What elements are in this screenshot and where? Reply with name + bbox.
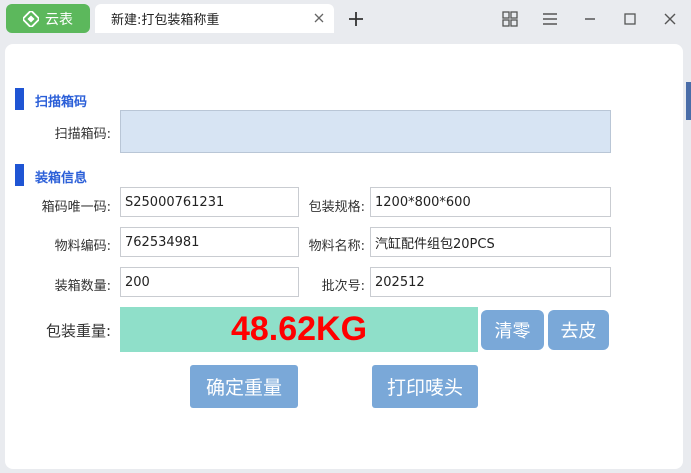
material-name-label: 物料名称: [308, 239, 365, 254]
pack-weight-label: 包装重量: [45, 322, 111, 340]
tab-packing-weigh[interactable]: 新建:打包装箱称重 [95, 4, 334, 33]
section-marker [15, 164, 24, 186]
grid-view-icon[interactable] [501, 10, 519, 28]
batch-no-field[interactable]: 202512 [370, 267, 611, 297]
zero-button[interactable]: 清零 [481, 310, 544, 350]
new-tab-plus-icon[interactable] [346, 9, 366, 29]
form-card: 扫描箱码 扫描箱码: 装箱信息 箱码唯一码: S25000761231 包装规格… [5, 44, 683, 469]
confirm-weight-button[interactable]: 确定重量 [190, 365, 298, 408]
packing-section-title: 装箱信息 [35, 171, 88, 186]
window-edge-decoration [686, 82, 691, 120]
pack-qty-label: 装箱数量: [54, 279, 111, 294]
weight-display: 48.62KG [120, 307, 478, 352]
tare-button[interactable]: 去皮 [548, 310, 609, 350]
print-shipping-mark-button[interactable]: 打印唛头 [372, 365, 478, 408]
box-unique-code-label: 箱码唯一码: [41, 200, 111, 215]
pack-spec-field[interactable]: 1200*800*600 [370, 187, 611, 217]
maximize-icon[interactable] [621, 10, 639, 28]
box-unique-code-field[interactable]: S25000761231 [120, 187, 299, 217]
title-bar: 云表 新建:打包装箱称重 [0, 0, 691, 40]
scan-box-code-label: 扫描箱码: [54, 127, 111, 142]
pack-qty-field[interactable]: 200 [120, 267, 299, 297]
section-marker [15, 88, 24, 110]
material-code-label: 物料编码: [54, 239, 111, 254]
scan-box-code-input[interactable] [120, 110, 611, 153]
menu-icon[interactable] [541, 10, 559, 28]
close-window-icon[interactable] [661, 10, 679, 28]
tab-title: 新建:打包装箱称重 [111, 13, 220, 28]
scan-section-title: 扫描箱码 [35, 95, 88, 110]
material-name-field[interactable]: 汽缸配件组包20PCS [370, 227, 611, 257]
app-label: 云表 [45, 11, 73, 28]
app-logo-icon [23, 10, 39, 27]
batch-no-label: 批次号: [321, 279, 365, 294]
minimize-icon[interactable] [581, 10, 599, 28]
material-code-field[interactable]: 762534981 [120, 227, 299, 257]
app-menu-button[interactable]: 云表 [6, 4, 90, 33]
close-tab-icon[interactable] [312, 11, 326, 25]
pack-spec-label: 包装规格: [308, 200, 365, 215]
